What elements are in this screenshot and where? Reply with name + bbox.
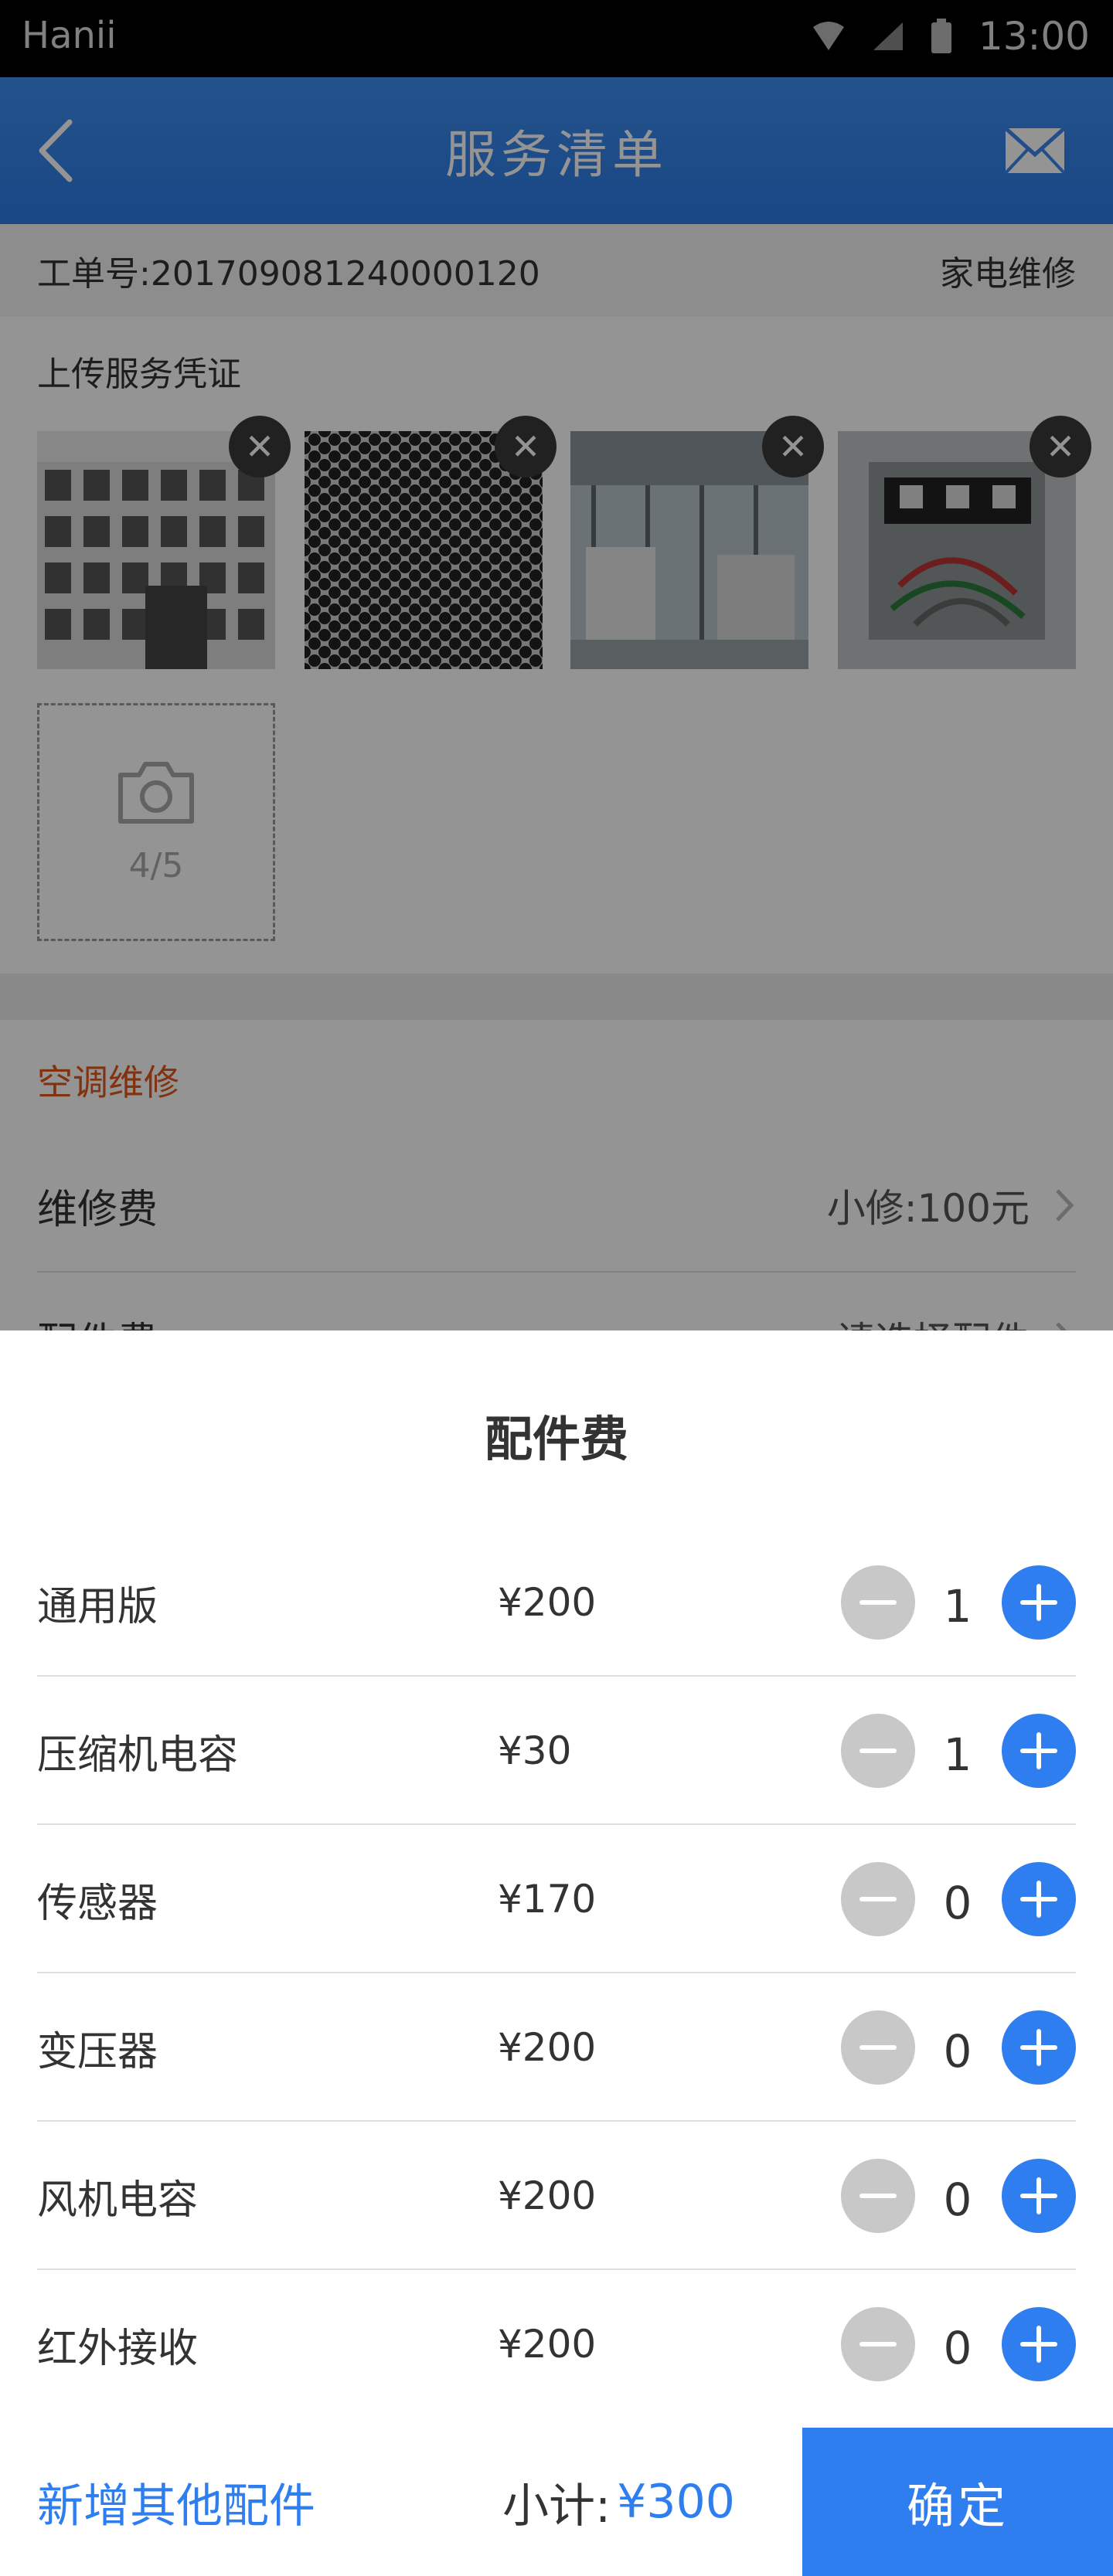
decrease-button[interactable]: [841, 2307, 915, 2381]
part-quantity: 0: [943, 2025, 972, 2078]
confirm-button[interactable]: 确定: [802, 2428, 1113, 2576]
part-row: 压缩机电容 ¥30 1: [37, 1677, 1076, 1825]
part-name: 通用版: [37, 1583, 158, 1630]
part-name: 传感器: [37, 1880, 158, 1927]
parts-sheet: 配件费 通用版 ¥200 1 压缩机电容 ¥30 1 传感器 ¥170 0 变压…: [0, 1330, 1113, 2576]
part-price: ¥200: [498, 1580, 597, 1625]
increase-button[interactable]: [1002, 2307, 1076, 2381]
part-price: ¥170: [498, 1877, 597, 1922]
part-name: 压缩机电容: [37, 1731, 239, 1779]
part-row: 通用版 ¥200 1: [37, 1528, 1076, 1677]
subtotal-value: ¥300: [617, 2475, 735, 2529]
part-quantity: 1: [943, 1728, 972, 1781]
part-price: ¥200: [498, 2025, 597, 2070]
part-row: 变压器 ¥200 0: [37, 1973, 1076, 2122]
part-price: ¥200: [498, 2173, 597, 2218]
subtotal: 小计: ¥300: [502, 2428, 735, 2576]
part-quantity: 1: [943, 1580, 972, 1633]
increase-button[interactable]: [1002, 1565, 1076, 1640]
increase-button[interactable]: [1002, 2010, 1076, 2085]
part-price: ¥30: [498, 1728, 572, 1773]
part-row: 传感器 ¥170 0: [37, 1825, 1076, 1973]
part-name: 风机电容: [37, 2177, 199, 2224]
decrease-button[interactable]: [841, 1862, 915, 1936]
add-other-part-link[interactable]: 新增其他配件: [37, 2428, 315, 2576]
part-price: ¥200: [498, 2322, 597, 2367]
decrease-button[interactable]: [841, 1714, 915, 1788]
decrease-button[interactable]: [841, 1565, 915, 1640]
part-quantity: 0: [943, 2322, 972, 2374]
subtotal-label: 小计:: [502, 2479, 611, 2534]
part-name: 红外接收: [37, 2325, 199, 2372]
sheet-footer: 新增其他配件 小计: ¥300 确定: [0, 2428, 1113, 2576]
part-name: 变压器: [37, 2028, 158, 2075]
modal-backdrop[interactable]: [0, 0, 1113, 1330]
increase-button[interactable]: [1002, 1862, 1076, 1936]
increase-button[interactable]: [1002, 2159, 1076, 2233]
part-row: 红外接收 ¥200 0: [37, 2270, 1076, 2418]
decrease-button[interactable]: [841, 2010, 915, 2085]
increase-button[interactable]: [1002, 1714, 1076, 1788]
part-row: 风机电容 ¥200 0: [37, 2122, 1076, 2270]
part-quantity: 0: [943, 2173, 972, 2226]
sheet-title: 配件费: [484, 1411, 628, 1467]
decrease-button[interactable]: [841, 2159, 915, 2233]
part-quantity: 0: [943, 1877, 972, 1929]
